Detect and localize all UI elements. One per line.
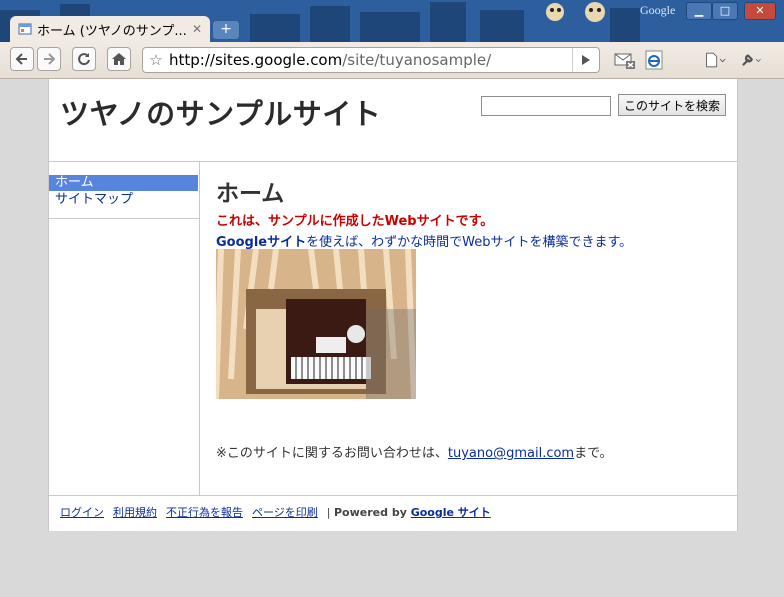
sidebar-item-sitemap[interactable]: サイトマップ (49, 192, 198, 208)
reload-icon (78, 53, 90, 66)
home-button[interactable] (107, 47, 131, 71)
tab-title: ホーム (ツヤノのサンプ... (37, 23, 187, 39)
back-arrow-icon (15, 53, 27, 65)
powered-by-label: Powered by (334, 506, 407, 519)
forward-arrow-icon (44, 53, 56, 65)
star-icon[interactable]: ☆ (143, 51, 169, 69)
window-frame-left (0, 79, 48, 531)
play-icon (582, 55, 590, 65)
forward-button[interactable] (37, 47, 61, 71)
footer-divider (49, 495, 737, 496)
powered-by: Powered by Google サイト (334, 506, 491, 519)
address-bar[interactable]: ☆ http://sites.google.com/site/tuyanosam… (142, 47, 600, 73)
home-icon (112, 53, 126, 65)
footer-terms-link[interactable]: 利用規約 (113, 506, 157, 519)
sidebar: ホーム サイトマップ (49, 162, 200, 495)
url-host: http://sites.google.com (169, 51, 343, 69)
page-title: ホーム (216, 181, 285, 207)
go-button[interactable] (572, 48, 599, 72)
site-search-button[interactable]: このサイトを検索 (618, 94, 726, 116)
url-text[interactable]: http://sites.google.com/site/tuyanosampl… (169, 51, 572, 69)
site-title[interactable]: ツヤノのサンプルサイト (60, 91, 381, 133)
footer-login-link[interactable]: ログイン (60, 506, 104, 519)
tab-close-icon[interactable]: ✕ (192, 22, 202, 36)
wrench-icon[interactable] (740, 50, 762, 70)
site-footer: ログイン 利用規約 不正行為を報告 ページを印刷 | Powered by Google… (60, 504, 491, 520)
intro-text: これは、サンプルに作成したWebサイトです。 (216, 214, 494, 229)
new-tab-button[interactable]: + (212, 20, 240, 40)
google-sites-term: Googleサイト (216, 235, 307, 250)
window-frame-bottom (0, 531, 784, 597)
back-button[interactable] (10, 47, 34, 71)
piano-photo[interactable] (216, 249, 416, 399)
sidebar-divider (49, 218, 199, 219)
ie-icon[interactable] (644, 50, 666, 70)
sites-favicon-icon (18, 23, 32, 35)
tab-home[interactable]: ホーム (ツヤノのサンプ... ✕ (10, 16, 210, 42)
footer-report-abuse-link[interactable]: 不正行為を報告 (166, 506, 243, 519)
contact-suffix: まで。 (574, 446, 613, 461)
window-frame-right (737, 79, 784, 531)
minimize-button[interactable]: ▁ (686, 2, 712, 20)
google-sites-link[interactable]: Google サイト (411, 506, 491, 519)
reload-button[interactable] (72, 47, 96, 71)
footer-separator: | (326, 506, 331, 519)
url-path: /site/tuyanosample/ (342, 51, 492, 69)
description-text: Googleサイトを使えば、わずかな時間でWebサイトを構築できます。 (216, 231, 632, 250)
maximize-button[interactable]: □ (712, 2, 738, 20)
google-brand-mark: Google (640, 3, 676, 17)
sidebar-item-home[interactable]: ホーム (49, 175, 198, 191)
site-page: ツヤノのサンプルサイト このサイトを検索 ホーム サイトマップ ホーム これは、… (48, 79, 738, 531)
mail-icon[interactable] (614, 50, 636, 70)
browser-toolbar: ☆ http://sites.google.com/site/tuyanosam… (0, 42, 784, 79)
description-rest: を使えば、わずかな時間でWebサイトを構築できます。 (306, 235, 633, 250)
contact-text: ※このサイトに関するお問い合わせは、tuyano@gmail.comまで。 (216, 442, 613, 461)
footer-print-link[interactable]: ページを印刷 (252, 506, 318, 519)
page-menu-icon[interactable] (704, 50, 726, 70)
close-window-button[interactable]: ✕ (744, 2, 776, 20)
contact-prefix: ※このサイトに関するお問い合わせは、 (216, 446, 448, 461)
contact-email-link[interactable]: tuyano@gmail.com (448, 446, 574, 461)
site-search-input[interactable] (481, 96, 611, 116)
window-titlebar: ホーム (ツヤノのサンプ... ✕ + Google ▁ □ ✕ (0, 0, 784, 42)
